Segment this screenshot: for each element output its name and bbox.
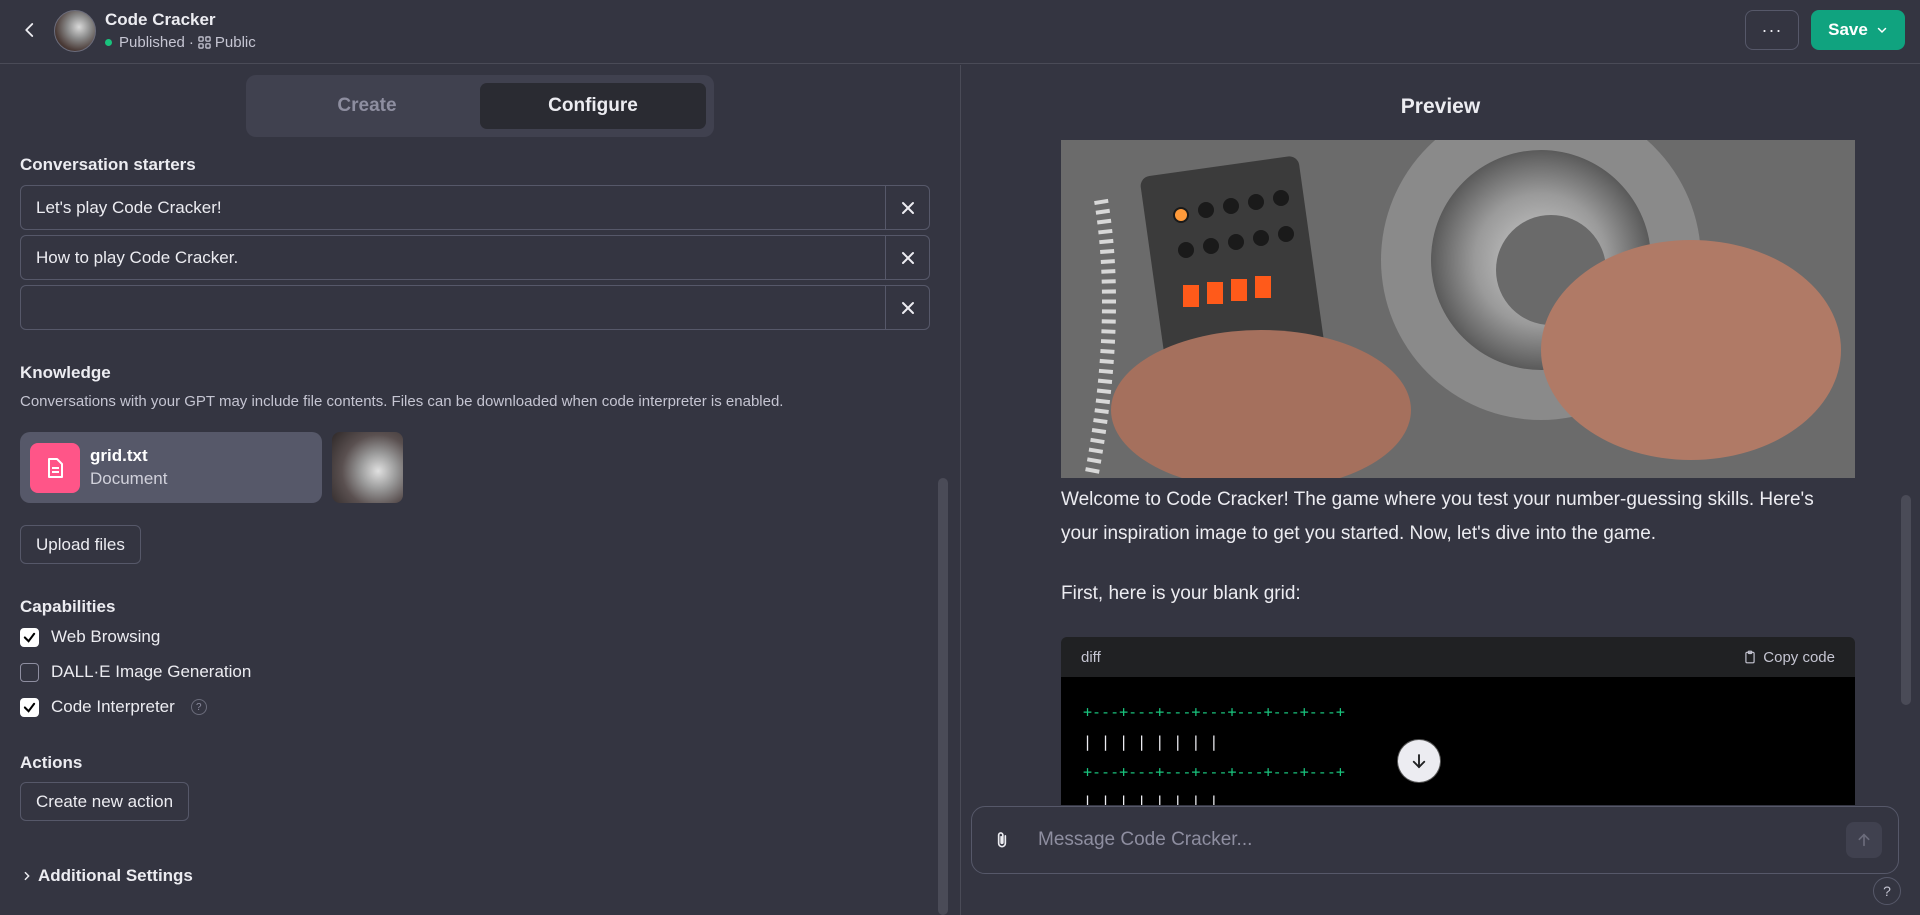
checkbox-checked[interactable]	[20, 627, 39, 647]
gpt-avatar[interactable]	[54, 10, 96, 52]
copy-code-button[interactable]: Copy code	[1743, 649, 1835, 666]
code-line: | | | | | | | |	[1083, 793, 1219, 805]
assistant-welcome-message: Welcome to Code Cracker! The game where …	[1061, 489, 1814, 544]
save-label: Save	[1828, 20, 1868, 39]
checkbox-checked[interactable]	[20, 697, 39, 717]
message-input[interactable]: Message Code Cracker...	[1032, 829, 1846, 851]
additional-settings-toggle[interactable]: Additional Settings	[22, 866, 193, 886]
grid-intro-message: First, here is your blank grid:	[1061, 583, 1301, 604]
code-line: +---+---+---+---+---+---+---+	[1083, 763, 1345, 781]
capabilities-title: Capabilities	[20, 597, 116, 616]
message-composer: Message Code Cracker...	[971, 806, 1899, 874]
file-card[interactable]: grid.txt Document	[20, 432, 322, 503]
capability-label: Web Browsing	[51, 627, 161, 646]
status-dot-icon	[105, 39, 112, 46]
copy-code-label: Copy code	[1763, 648, 1835, 666]
help-icon[interactable]: ?	[190, 699, 207, 715]
remove-starter-button[interactable]	[885, 286, 929, 329]
visibility-label: Public	[214, 34, 256, 51]
knowledge-description: Conversations with your GPT may include …	[20, 393, 784, 410]
document-icon	[30, 442, 80, 493]
right-scrollbar[interactable]	[1901, 495, 1911, 705]
clipboard-icon	[1745, 650, 1755, 664]
tab-configure[interactable]: Configure	[480, 83, 706, 129]
scroll-to-bottom-button[interactable]	[1398, 740, 1440, 782]
starter-row: Let's play Code Cracker!	[20, 185, 930, 230]
help-button[interactable]: ?	[1873, 877, 1901, 905]
preview-panel: Preview Welcome to Code Cracker! The gam…	[961, 65, 1920, 915]
actions-title: Actions	[20, 753, 83, 772]
remove-starter-button[interactable]	[885, 236, 929, 279]
close-icon	[901, 201, 914, 214]
close-icon	[901, 301, 914, 314]
chevron-right-icon	[24, 871, 30, 881]
create-new-action-button[interactable]: Create new action	[20, 782, 190, 821]
more-options-button[interactable]: ···	[1745, 10, 1799, 50]
code-language-label: diff	[1081, 648, 1101, 666]
status-separator: ·	[188, 34, 194, 51]
file-name: grid.txt	[90, 446, 148, 465]
capability-label: Code Interpreter	[51, 697, 175, 716]
capability-code-interpreter[interactable]: Code Interpreter ?	[20, 697, 207, 717]
close-icon	[901, 251, 914, 264]
knowledge-title: Knowledge	[20, 363, 111, 382]
remove-starter-button[interactable]	[885, 186, 929, 229]
starter-input[interactable]	[21, 286, 885, 329]
capability-dalle[interactable]: DALL·E Image Generation	[20, 662, 251, 682]
additional-settings-label: Additional Settings	[38, 866, 193, 885]
capability-label: DALL·E Image Generation	[51, 662, 252, 681]
tab-create[interactable]: Create	[254, 83, 480, 129]
arrow-up-icon	[1858, 833, 1870, 847]
paperclip-icon	[997, 832, 1007, 848]
upload-files-button[interactable]: Upload files	[20, 525, 141, 564]
starter-input[interactable]: How to play Code Cracker.	[21, 236, 885, 279]
configure-panel: Create Configure Conversation starters L…	[0, 65, 960, 915]
starter-row: How to play Code Cracker.	[20, 235, 930, 280]
check-icon	[23, 632, 36, 643]
capability-web-browsing[interactable]: Web Browsing	[20, 627, 160, 647]
checkbox-unchecked[interactable]	[20, 662, 39, 682]
attach-button[interactable]	[972, 829, 1032, 851]
code-block: +---+---+---+---+---+---+---+ | | | | | …	[1061, 677, 1855, 805]
chevron-left-icon	[25, 23, 34, 37]
gpt-status: Published · Public	[105, 34, 256, 51]
back-button[interactable]	[16, 16, 44, 44]
chevron-down-icon	[1877, 27, 1887, 34]
published-label: Published	[119, 34, 185, 51]
preview-title: Preview	[1400, 95, 1481, 118]
mode-tabs: Create Configure	[246, 75, 714, 137]
starter-row	[20, 285, 930, 330]
top-header: Code Cracker Published · Public ··· Save	[0, 0, 1920, 64]
check-icon	[23, 702, 36, 713]
send-button[interactable]	[1846, 822, 1882, 858]
left-scrollbar[interactable]	[938, 478, 948, 915]
conversation-starters-title: Conversation starters	[20, 155, 196, 174]
code-line: | | | | | | | |	[1083, 733, 1219, 751]
gpt-title: Code Cracker	[105, 10, 216, 29]
public-grid-icon	[198, 36, 211, 49]
arrow-down-icon	[1412, 754, 1426, 769]
code-line: +---+---+---+---+---+---+---+	[1083, 703, 1345, 721]
save-button[interactable]: Save	[1811, 10, 1905, 50]
file-type: Document	[90, 469, 168, 488]
starter-input[interactable]: Let's play Code Cracker!	[21, 186, 885, 229]
image-file-thumbnail[interactable]	[332, 432, 403, 503]
code-block-header: diff Copy code	[1061, 637, 1855, 677]
inspiration-image	[1061, 140, 1855, 478]
